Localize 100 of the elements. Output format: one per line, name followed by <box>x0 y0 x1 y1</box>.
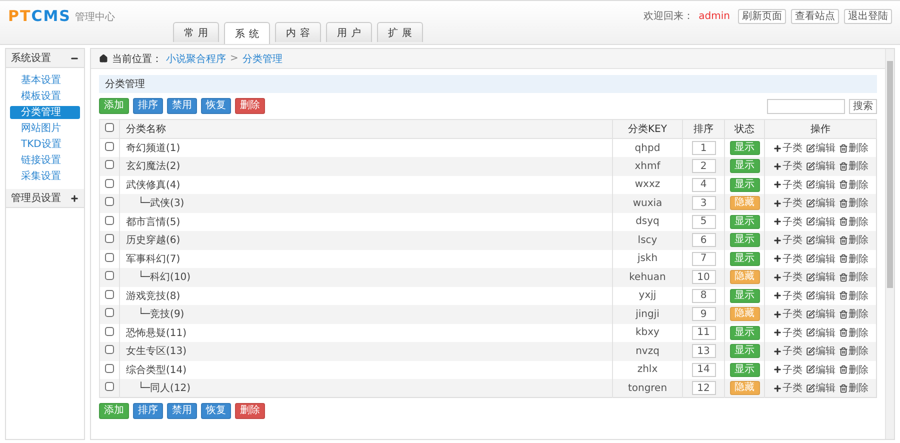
delete-link[interactable]: 删除 <box>838 288 868 303</box>
row-checkbox[interactable] <box>105 382 114 391</box>
order-field[interactable]: 2 <box>692 159 716 174</box>
row-checkbox[interactable] <box>105 197 114 206</box>
order-field[interactable]: 14 <box>692 362 716 377</box>
delete-link[interactable]: 删除 <box>838 381 868 395</box>
edit-link[interactable]: 编辑 <box>806 178 836 192</box>
edit-link[interactable]: 编辑 <box>806 233 836 248</box>
toolbar-button[interactable]: 排序 <box>133 403 163 419</box>
add-child-link[interactable]: 子类 <box>772 178 802 192</box>
delete-link[interactable]: 删除 <box>838 344 868 358</box>
delete-link[interactable]: 删除 <box>838 214 868 229</box>
add-child-link[interactable]: 子类 <box>772 288 802 303</box>
edit-link[interactable]: 编辑 <box>806 344 836 358</box>
edit-link[interactable]: 编辑 <box>806 362 836 377</box>
sidebar-item[interactable]: 链接设置 <box>10 154 80 167</box>
add-child-link[interactable]: 子类 <box>772 141 802 155</box>
sidebar-item[interactable]: 模板设置 <box>10 90 80 103</box>
order-field[interactable]: 5 <box>692 214 716 229</box>
delete-link[interactable]: 删除 <box>838 326 868 340</box>
order-field[interactable]: 8 <box>692 288 716 303</box>
edit-link[interactable]: 编辑 <box>806 288 836 303</box>
order-field[interactable]: 9 <box>692 307 716 322</box>
order-field[interactable]: 11 <box>692 326 716 340</box>
delete-link[interactable]: 删除 <box>838 141 868 155</box>
delete-link[interactable]: 删除 <box>838 196 868 210</box>
edit-link[interactable]: 编辑 <box>806 141 836 155</box>
delete-link[interactable]: 删除 <box>838 252 868 266</box>
search-field[interactable] <box>767 98 845 114</box>
row-checkbox[interactable] <box>105 326 114 336</box>
toolbar-button[interactable]: 排序 <box>133 98 163 114</box>
add-child-link[interactable]: 子类 <box>772 196 802 210</box>
toolbar-button[interactable]: 删除 <box>235 98 265 114</box>
order-field[interactable]: 7 <box>692 252 716 266</box>
sidebar-item[interactable]: 基本设置 <box>10 74 80 87</box>
add-child-link[interactable]: 子类 <box>772 252 802 266</box>
delete-link[interactable]: 删除 <box>838 362 868 377</box>
edit-link[interactable]: 编辑 <box>806 381 836 395</box>
select-all-checkbox[interactable] <box>105 123 114 132</box>
order-field[interactable]: 1 <box>692 141 716 155</box>
add-child-link[interactable]: 子类 <box>772 362 802 377</box>
order-field[interactable]: 10 <box>692 270 716 284</box>
edit-link[interactable]: 编辑 <box>806 159 836 174</box>
add-child-link[interactable]: 子类 <box>772 159 802 174</box>
row-checkbox[interactable] <box>105 216 114 225</box>
breadcrumb-link[interactable]: 分类管理 <box>242 52 282 66</box>
add-child-link[interactable]: 子类 <box>772 326 802 340</box>
sidebar-item[interactable]: TKD设置 <box>10 138 80 151</box>
edit-link[interactable]: 编辑 <box>806 196 836 210</box>
add-child-link[interactable]: 子类 <box>772 381 802 395</box>
add-child-link[interactable]: 子类 <box>772 270 802 284</box>
header-button[interactable]: 刷新页面 <box>738 9 786 24</box>
sidebar-item[interactable]: 网站图片 <box>10 122 80 135</box>
add-child-link[interactable]: 子类 <box>772 307 802 322</box>
nav-tab[interactable]: 内容 <box>275 22 321 42</box>
delete-link[interactable]: 删除 <box>838 270 868 284</box>
order-field[interactable]: 13 <box>692 344 716 358</box>
delete-link[interactable]: 删除 <box>838 233 868 248</box>
order-field[interactable]: 4 <box>692 178 716 192</box>
sidebar-group-header[interactable]: 管理员设置 <box>6 189 84 208</box>
order-field[interactable]: 12 <box>692 381 716 395</box>
add-child-link[interactable]: 子类 <box>772 233 802 248</box>
row-checkbox[interactable] <box>105 364 114 373</box>
row-checkbox[interactable] <box>105 290 114 299</box>
row-checkbox[interactable] <box>105 178 114 188</box>
row-checkbox[interactable] <box>105 160 114 170</box>
add-child-link[interactable]: 子类 <box>772 214 802 229</box>
delete-link[interactable]: 删除 <box>838 307 868 322</box>
toolbar-button[interactable]: 恢复 <box>201 403 231 419</box>
order-field[interactable]: 6 <box>692 233 716 248</box>
toolbar-button[interactable]: 恢复 <box>201 98 231 114</box>
row-checkbox[interactable] <box>105 271 114 280</box>
row-checkbox[interactable] <box>105 308 114 318</box>
nav-tab[interactable]: 系统 <box>224 22 270 44</box>
edit-link[interactable]: 编辑 <box>806 307 836 322</box>
edit-link[interactable]: 编辑 <box>806 270 836 284</box>
toolbar-button[interactable]: 禁用 <box>167 403 197 419</box>
row-checkbox[interactable] <box>105 234 114 244</box>
row-checkbox[interactable] <box>105 252 114 262</box>
delete-link[interactable]: 删除 <box>838 159 868 174</box>
order-field[interactable]: 3 <box>692 196 716 210</box>
nav-tab[interactable]: 用户 <box>326 22 372 42</box>
nav-tab[interactable]: 常用 <box>173 22 219 42</box>
sidebar-item[interactable]: 采集设置 <box>10 170 80 183</box>
edit-link[interactable]: 编辑 <box>806 252 836 266</box>
sidebar-group-header[interactable]: 系统设置 <box>6 49 84 68</box>
header-button[interactable]: 查看站点 <box>791 9 839 24</box>
edit-link[interactable]: 编辑 <box>806 214 836 229</box>
add-child-link[interactable]: 子类 <box>772 344 802 358</box>
sidebar-item[interactable]: 分类管理 <box>10 106 80 119</box>
toolbar-button[interactable]: 删除 <box>235 403 265 419</box>
search-button[interactable]: 搜索 <box>849 98 877 114</box>
row-checkbox[interactable] <box>105 142 114 151</box>
breadcrumb-link[interactable]: 小说聚合程序 <box>166 52 226 66</box>
scrollbar[interactable] <box>885 49 894 439</box>
edit-link[interactable]: 编辑 <box>806 326 836 340</box>
header-button[interactable]: 退出登陆 <box>844 9 892 24</box>
row-checkbox[interactable] <box>105 345 114 354</box>
delete-link[interactable]: 删除 <box>838 178 868 192</box>
toolbar-button[interactable]: 禁用 <box>167 98 197 114</box>
